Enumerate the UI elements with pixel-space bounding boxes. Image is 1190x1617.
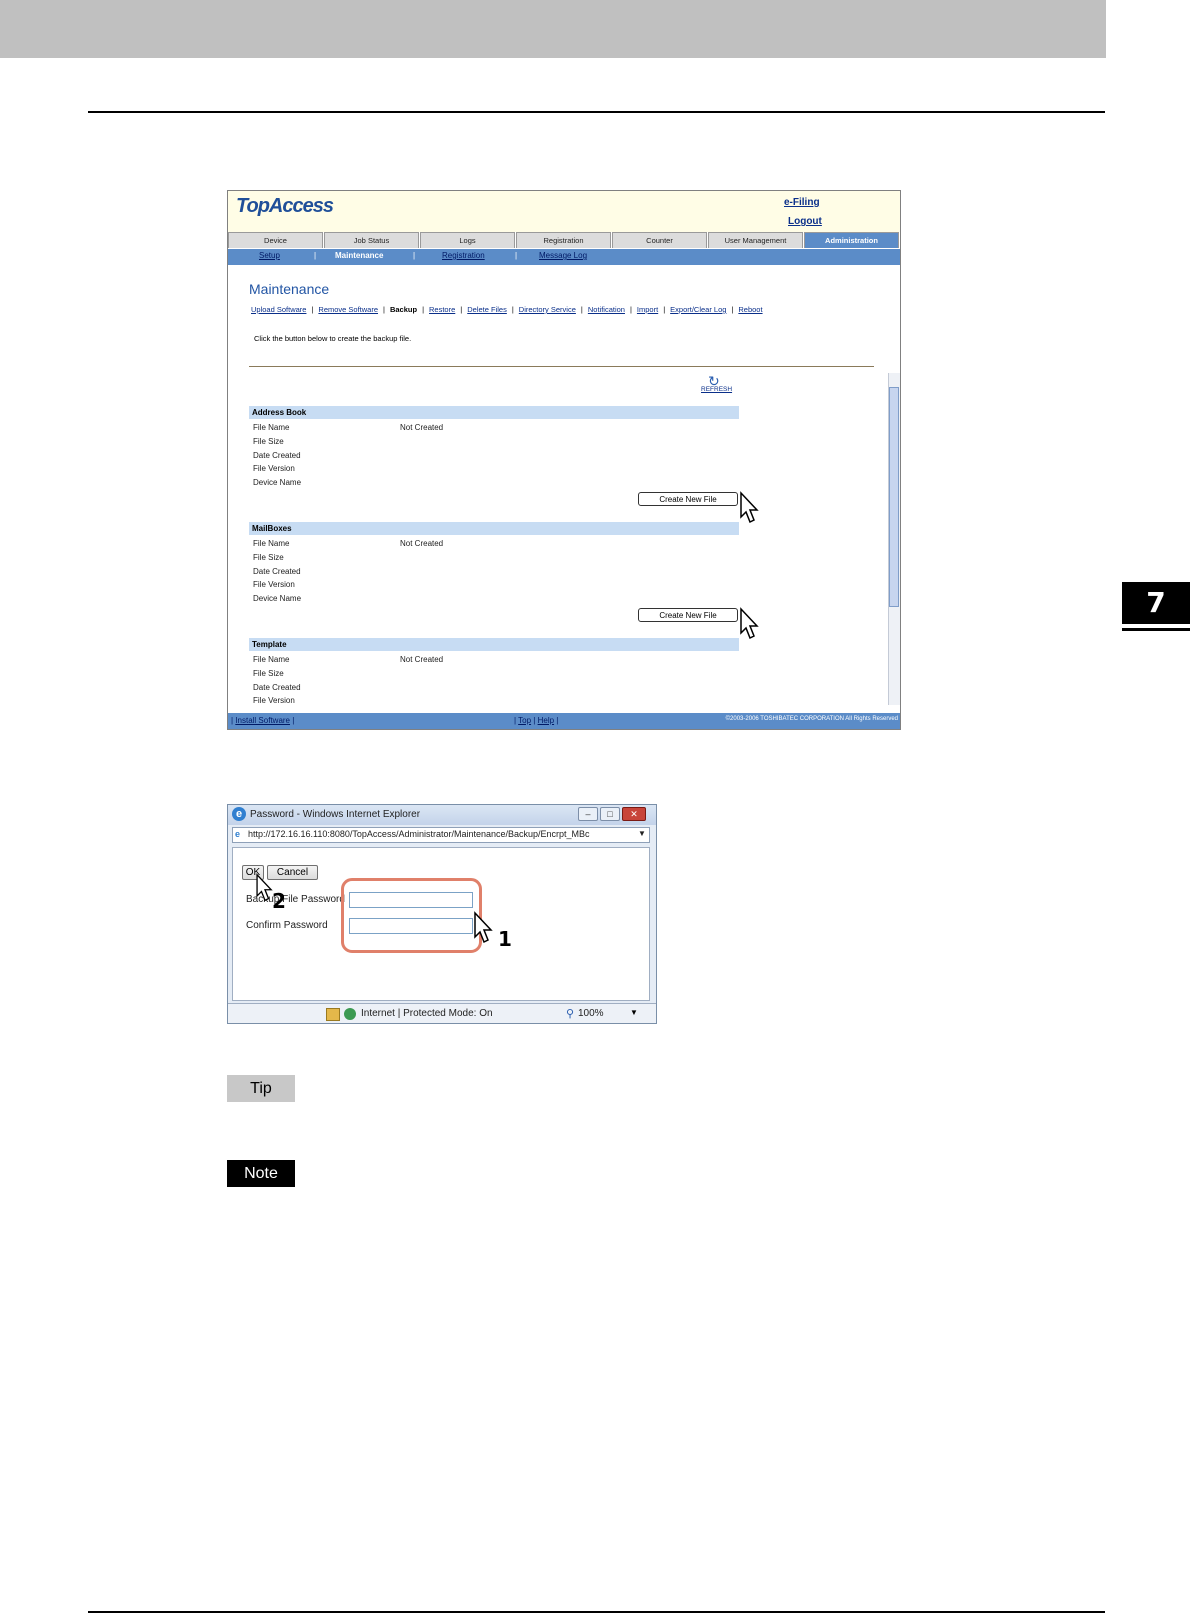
tab-user-management[interactable]: User Management xyxy=(708,232,803,248)
field-label: File Size xyxy=(253,437,284,446)
note-badge: Note xyxy=(227,1160,295,1187)
link-remove-software[interactable]: Remove Software xyxy=(318,305,378,314)
callout-number-1: 1 xyxy=(498,927,512,951)
subnav-setup[interactable]: Setup xyxy=(259,251,280,260)
close-button[interactable]: ✕ xyxy=(622,807,646,821)
subnav-maintenance[interactable]: Maintenance xyxy=(335,251,383,260)
page-title: Maintenance xyxy=(249,281,330,297)
field-label: Device Name xyxy=(253,594,302,603)
section-header-address-book: Address Book xyxy=(249,406,739,419)
mouse-cursor-icon xyxy=(740,491,759,524)
header-band xyxy=(0,0,1106,58)
mouse-cursor-icon xyxy=(740,607,759,640)
field-value: Not Created xyxy=(400,539,444,548)
scrollbar-thumb[interactable] xyxy=(889,387,899,607)
divider xyxy=(249,366,874,367)
callout-number-2: 2 xyxy=(272,889,286,913)
topaccess-screenshot: TopAccess e-Filing Logout Device Job Sta… xyxy=(227,190,901,730)
chapter-tab-underline xyxy=(1122,628,1190,631)
section-header-template: Template xyxy=(249,638,739,651)
link-restore[interactable]: Restore xyxy=(429,305,455,314)
field-label: File Size xyxy=(253,553,284,562)
field-label: Device Name xyxy=(253,478,302,487)
tip-badge: Tip xyxy=(227,1075,295,1102)
field-value: Not Created xyxy=(400,655,444,664)
window-title: Password - Windows Internet Explorer xyxy=(250,809,421,820)
chapter-tab: 7 xyxy=(1122,582,1190,624)
page-icon: e xyxy=(235,829,241,839)
field-label: File Version xyxy=(253,696,295,705)
link-export-clear-log[interactable]: Export/Clear Log xyxy=(670,305,726,314)
field-label: File Name xyxy=(253,655,290,664)
tab-counter[interactable]: Counter xyxy=(612,232,707,248)
topaccess-footer: | Install Software | | Top | Help | ©200… xyxy=(228,713,900,729)
link-directory-service[interactable]: Directory Service xyxy=(519,305,576,314)
main-tabs: Device Job Status Logs Registration Coun… xyxy=(228,232,900,249)
topaccess-logo: TopAccess xyxy=(236,195,334,217)
field-value: Not Created xyxy=(400,423,444,432)
tab-device[interactable]: Device xyxy=(228,232,323,248)
link-backup[interactable]: Backup xyxy=(390,305,417,314)
minimize-button[interactable]: – xyxy=(578,807,598,821)
field-label: Date Created xyxy=(253,451,301,460)
chevron-down-icon[interactable]: ▼ xyxy=(630,1008,638,1017)
internet-explorer-icon: e xyxy=(232,807,246,821)
subnav-message-log[interactable]: Message Log xyxy=(539,251,587,260)
tab-job-status[interactable]: Job Status xyxy=(324,232,419,248)
subnav-registration[interactable]: Registration xyxy=(442,251,485,260)
footer-install-link[interactable]: | Install Software | xyxy=(231,716,294,725)
footer-top-help-links[interactable]: | Top | Help | xyxy=(514,716,558,725)
maintenance-links: Upload Software | Remove Software | Backup | R… xyxy=(251,305,763,314)
maximize-button[interactable]: □ xyxy=(600,807,620,821)
header-rule xyxy=(88,111,1105,113)
field-label: File Name xyxy=(253,539,290,548)
confirm-password-label: Confirm Password xyxy=(246,920,328,931)
field-label: Date Created xyxy=(253,567,301,576)
zoom-icon[interactable]: ⚲ xyxy=(566,1007,574,1020)
chevron-down-icon[interactable]: ▼ xyxy=(638,829,646,838)
create-new-file-button[interactable]: Create New File xyxy=(638,492,738,506)
address-url[interactable]: http://172.16.16.110:8080/TopAccess/Admi… xyxy=(248,829,590,839)
copyright: ©2003-2006 TOSHIBATEC CORPORATION All Ri… xyxy=(725,716,898,722)
field-label: File Size xyxy=(253,669,284,678)
lock-icon xyxy=(326,1008,340,1021)
password-dialog-screenshot: e Password - Windows Internet Explorer –… xyxy=(227,804,657,1024)
logout-link[interactable]: Logout xyxy=(788,216,822,227)
zoom-level[interactable]: 100% xyxy=(578,1008,604,1019)
footer-rule xyxy=(88,1611,1105,1613)
highlight-callout xyxy=(341,878,482,953)
refresh-link[interactable]: REFRESH xyxy=(701,386,732,393)
link-import[interactable]: Import xyxy=(637,305,658,314)
field-label: File Version xyxy=(253,464,295,473)
mouse-cursor-icon xyxy=(474,911,493,944)
subnav-separator: | xyxy=(515,251,518,260)
status-text: Internet | Protected Mode: On xyxy=(361,1008,493,1019)
link-notification[interactable]: Notification xyxy=(588,305,625,314)
globe-icon xyxy=(344,1008,356,1020)
subnav-separator: | xyxy=(413,251,416,260)
field-label: File Version xyxy=(253,580,295,589)
link-upload-software[interactable]: Upload Software xyxy=(251,305,306,314)
sub-navigation: Setup | Maintenance | Registration | Mes… xyxy=(228,249,900,265)
instruction-text: Click the button below to create the bac… xyxy=(254,334,412,343)
link-delete-files[interactable]: Delete Files xyxy=(467,305,507,314)
tab-administration[interactable]: Administration xyxy=(804,232,899,248)
efiling-link[interactable]: e-Filing xyxy=(784,197,820,208)
section-header-mailboxes: MailBoxes xyxy=(249,522,739,535)
link-reboot[interactable]: Reboot xyxy=(738,305,762,314)
subnav-separator: | xyxy=(314,251,317,260)
tab-registration[interactable]: Registration xyxy=(516,232,611,248)
create-new-file-button[interactable]: Create New File xyxy=(638,608,738,622)
field-label: Date Created xyxy=(253,683,301,692)
tab-logs[interactable]: Logs xyxy=(420,232,515,248)
field-label: File Name xyxy=(253,423,290,432)
